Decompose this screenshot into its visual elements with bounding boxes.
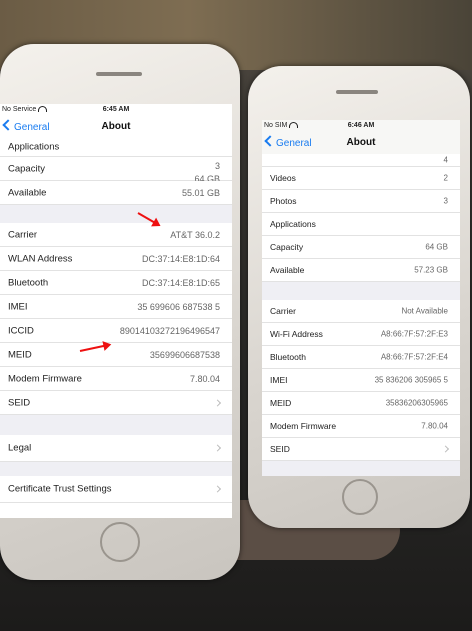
list-item-photos: Photos 3 [262,190,460,213]
group-separator [262,282,460,300]
list-item-carrier: Carrier AT&T 36.0.2 [0,223,232,247]
status-time: 6:46 AM [347,122,375,129]
chevron-right-icon [213,398,222,407]
list-item-capacity: Capacity 64 GB [262,236,460,259]
settings-group-storage: 4 Videos 2 Photos 3 Applications Capacity 6… [262,154,460,282]
list-item-videos: Videos 2 [262,167,460,190]
list-item: 4 [262,154,460,167]
list-item-seid[interactable]: SEID [262,438,460,461]
home-button[interactable] [342,479,378,515]
list-item-bluetooth: Bluetooth A8:66:7F:57:2F:E4 [262,346,460,369]
list-item-certificate-trust[interactable]: Certificate Trust Settings [0,476,232,503]
list-item-carrier: Carrier Not Available [262,300,460,323]
chevron-right-icon [213,485,222,493]
list-item-applications: Applications [262,213,460,236]
earpiece-speaker [96,72,142,76]
left-screen: No Service 6:45 AM General About Applica… [0,104,232,518]
group-separator [0,462,232,476]
list-item-wifi-address: Wi-Fi Address A8:66:7F:57:2F:E3 [262,323,460,346]
status-bar: No SIM 6:46 AM [262,120,460,132]
right-iphone: No SIM 6:46 AM General About 4 Videos 2 P… [248,66,470,528]
page-title: About [101,121,131,132]
nav-bar: General About [0,116,232,138]
list-item-available: Available 57.23 GB [262,259,460,282]
nav-bar: General About [262,132,460,154]
list-item-imei: IMEI 35 699606 687538 5 [0,295,232,319]
list-item-legal[interactable]: Legal [0,435,232,462]
list-item-imei: IMEI 35 836206 305965 5 [262,369,460,392]
chevron-right-icon [213,444,222,452]
list-item: 3 Capacity 64 GB [0,157,232,184]
group-separator [262,461,460,476]
status-time: 6:45 AM [102,106,130,113]
group-separator [0,415,232,435]
list-item-modem-firmware: Modem Firmware 7.80.04 [0,367,232,391]
group-separator [0,205,232,223]
list-item: Available 55.01 GB [0,181,232,205]
list-item-meid: MEID 35699606687538 [0,343,232,367]
list-item-wlan: WLAN Address DC:37:14:E8:1D:64 [0,247,232,271]
list-item-bluetooth: Bluetooth DC:37:14:E8:1D:65 [0,271,232,295]
list-item-modem-firmware: Modem Firmware 7.80.04 [262,415,460,438]
page-title: About [346,137,376,148]
settings-group-storage: Applications 3 Capacity 64 GB Available 55.… [0,138,232,205]
right-screen: No SIM 6:46 AM General About 4 Videos 2 P… [262,120,460,476]
settings-group-network: Carrier Not Available Wi-Fi Address A8:66:… [262,300,460,461]
list-item-iccid: ICCID 89014103272196496547 [0,319,232,343]
list-item: Applications [0,138,232,157]
left-iphone: No Service 6:45 AM General About Applica… [0,44,240,580]
home-button[interactable] [100,522,140,562]
earpiece-speaker [336,90,378,94]
settings-group-network: Carrier AT&T 36.0.2 WLAN Address DC:37:14:… [0,223,232,415]
list-item-seid[interactable]: SEID [0,391,232,415]
list-item-meid: MEID 35836206305965 [262,392,460,415]
status-bar: No Service 6:45 AM [0,104,232,116]
chevron-right-icon [441,445,450,453]
